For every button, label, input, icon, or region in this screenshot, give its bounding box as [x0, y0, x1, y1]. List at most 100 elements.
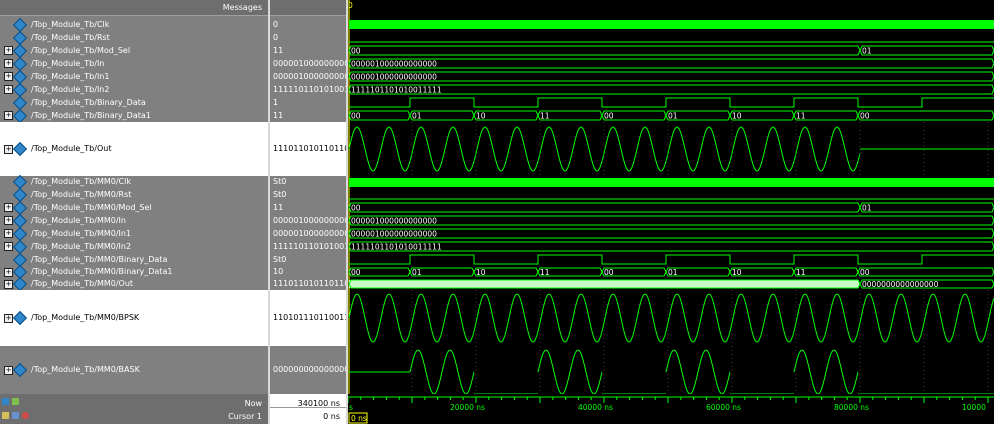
in-bus-segment: [348, 58, 994, 69]
waveform-panel[interactable]: 0 00 01 000001000000000000 00000100000000000…: [348, 0, 994, 424]
signal-value: 1101011101100110: [273, 313, 346, 322]
signal-row[interactable]: +/Top_Module_Tb/MM0/In2: [0, 239, 268, 254]
binary-data1-bus-label: 11: [796, 112, 806, 121]
mod-sel-bus-label: 01: [862, 47, 872, 56]
waveform-canvas[interactable]: 000 0100000100000000000000000100000000000…: [348, 0, 994, 424]
mm0-in1-bus-segment: [348, 228, 994, 239]
expand-toggle-icon[interactable]: +: [4, 313, 13, 323]
mm0-binary-data1-bus-label: 01: [668, 268, 678, 277]
signal-value: 1111101101010011: [273, 241, 346, 251]
signal-row[interactable]: +/Top_Module_Tb/MM0/In: [0, 213, 268, 228]
zoom-tool-icon[interactable]: [2, 398, 9, 405]
signal-value-cell: St0: [270, 176, 346, 188]
mm0-mod-sel-bus-segment: [859, 202, 994, 213]
signal-row[interactable]: /Top_Module_Tb/Clk: [0, 17, 268, 32]
signal-name: /Top_Module_Tb/MM0/Binary_Data: [31, 254, 168, 264]
expand-toggle-icon[interactable]: +: [4, 267, 13, 277]
mm0-binary-data1-bus-label: 01: [412, 268, 422, 277]
signal-name: /Top_Module_Tb/Rst: [31, 32, 110, 42]
signal-name: /Top_Module_Tb/Out: [31, 144, 112, 153]
signal-diamond-icon: [12, 95, 28, 110]
add-wave-icon[interactable]: [12, 398, 19, 405]
signal-name: /Top_Module_Tb/MM0/BPSK: [31, 313, 140, 322]
signal-row[interactable]: +/Top_Module_Tb/Binary_Data1: [0, 108, 268, 123]
signal-value-cell: 0000010000000000000: [270, 214, 346, 227]
timeline-tick-label: 20000 ns: [450, 403, 485, 412]
signal-diamond-icon: [12, 200, 28, 215]
binary-data1-bus-label: 10: [476, 112, 486, 121]
signal-value-cell: 11: [270, 44, 346, 57]
signal-row[interactable]: + /Top_Module_Tb/MM0/Out: [0, 276, 268, 292]
signal-value-cell: 1111101101010011: [270, 83, 346, 96]
mm0-clk-wave: [349, 178, 994, 187]
now-value: 340100 ns: [297, 399, 340, 408]
signal-row[interactable]: /Top_Module_Tb/MM0/Binary_Data: [0, 252, 268, 267]
messages-header: Messages: [0, 0, 268, 16]
signal-value: St0: [273, 189, 287, 199]
signal-name: /Top_Module_Tb/MM0/BASK: [31, 365, 140, 374]
signal-value: 0: [273, 19, 279, 29]
delete-cursor-icon[interactable]: [22, 412, 29, 419]
mm0-in-bus-segment: [348, 215, 994, 226]
cursor-tag-label: 0 ns: [351, 414, 367, 423]
signal-name: /Top_Module_Tb/Mod_Sel: [31, 45, 131, 55]
signal-value-cell: St0: [270, 253, 346, 266]
expand-toggle-icon[interactable]: +: [4, 144, 13, 154]
signal-diamond-icon: [12, 82, 28, 97]
signal-row[interactable]: + /Top_Module_Tb/MM0/Binary_Data1: [0, 264, 268, 280]
signal-row[interactable]: +/Top_Module_Tb/Mod_Sel: [0, 43, 268, 58]
binary-data1-bus-segment: [857, 110, 994, 121]
mod-sel-bus-label: 00: [351, 47, 361, 56]
signal-diamond-icon: [12, 141, 28, 157]
signal-row[interactable]: +/Top_Module_Tb/MM0/Mod_Sel: [0, 200, 268, 215]
mm0-out-bus-highlight: [349, 280, 859, 288]
signal-value: 1: [273, 97, 279, 107]
signal-value: 11: [273, 110, 284, 120]
signal-diamond-icon: [12, 362, 28, 378]
signal-value: 0000000000000000: [273, 365, 346, 374]
mm0-in2-bus-label: 1111101101010011111: [351, 243, 442, 252]
signal-row[interactable]: + /Top_Module_Tb/MM0/BASK: [0, 346, 268, 394]
signal-row[interactable]: /Top_Module_Tb/Binary_Data: [0, 95, 268, 110]
insert-cursor-icon[interactable]: [2, 412, 9, 419]
signal-row[interactable]: +/Top_Module_Tb/MM0/In1: [0, 226, 268, 241]
signal-value: 11: [273, 45, 284, 55]
signal-row[interactable]: /Top_Module_Tb/MM0/Clk: [0, 174, 268, 190]
binary-data-wave: [349, 97, 994, 108]
signal-value-cell: 1110110101101101: [270, 278, 346, 290]
signal-value: 0000010000000000000: [273, 228, 346, 238]
mm0-binary-data-wave: [349, 254, 994, 265]
signal-row[interactable]: /Top_Module_Tb/Rst: [0, 30, 268, 45]
signal-name: /Top_Module_Tb/MM0/In1: [31, 228, 132, 238]
binary-data1-bus-label: 00: [351, 112, 361, 121]
signal-value: 11: [273, 202, 284, 212]
signal-row[interactable]: +/Top_Module_Tb/In: [0, 56, 268, 71]
binary-data1-bus-label: 01: [412, 112, 422, 121]
expand-toggle-icon[interactable]: +: [4, 279, 13, 289]
signal-row[interactable]: + /Top_Module_Tb/MM0/BPSK: [0, 290, 268, 346]
binary-data1-bus-label: 00: [860, 112, 870, 121]
edit-cursor-icon[interactable]: [12, 412, 19, 419]
signal-row[interactable]: + /Top_Module_Tb/Out: [0, 122, 268, 176]
now-label: Now: [244, 399, 262, 408]
mm0-mod-sel-bus-segment: [348, 202, 861, 213]
signal-value: 1110110101101101: [273, 279, 346, 288]
signal-row[interactable]: +/Top_Module_Tb/In1: [0, 69, 268, 84]
signal-value-cell: 11: [270, 109, 346, 122]
signal-row[interactable]: +/Top_Module_Tb/In2: [0, 82, 268, 97]
mm0-out-bus-label: 0000000000000000: [862, 280, 939, 289]
mm0-binary-data1-bus-label: 00: [604, 268, 614, 277]
signal-name: /Top_Module_Tb/MM0/Out: [31, 279, 134, 288]
signal-name: /Top_Module_Tb/Binary_Data: [31, 97, 146, 107]
cursor-label: Cursor 1: [228, 412, 262, 421]
bask-wave-burst: [537, 349, 603, 395]
in1-bus-label: 000001000000000000: [351, 73, 437, 82]
signal-value-cell: 0000010000000000000: [270, 70, 346, 83]
expand-toggle-icon[interactable]: +: [4, 365, 13, 375]
in2-bus-label: 1111101101010011111: [351, 86, 442, 95]
timeline-tick-label: s: [349, 403, 353, 412]
signal-value: 0000010000000000000: [273, 215, 346, 225]
signal-row[interactable]: /Top_Module_Tb/MM0/Rst: [0, 187, 268, 202]
clk-wave: [349, 20, 994, 29]
signal-name: /Top_Module_Tb/In: [31, 58, 105, 68]
